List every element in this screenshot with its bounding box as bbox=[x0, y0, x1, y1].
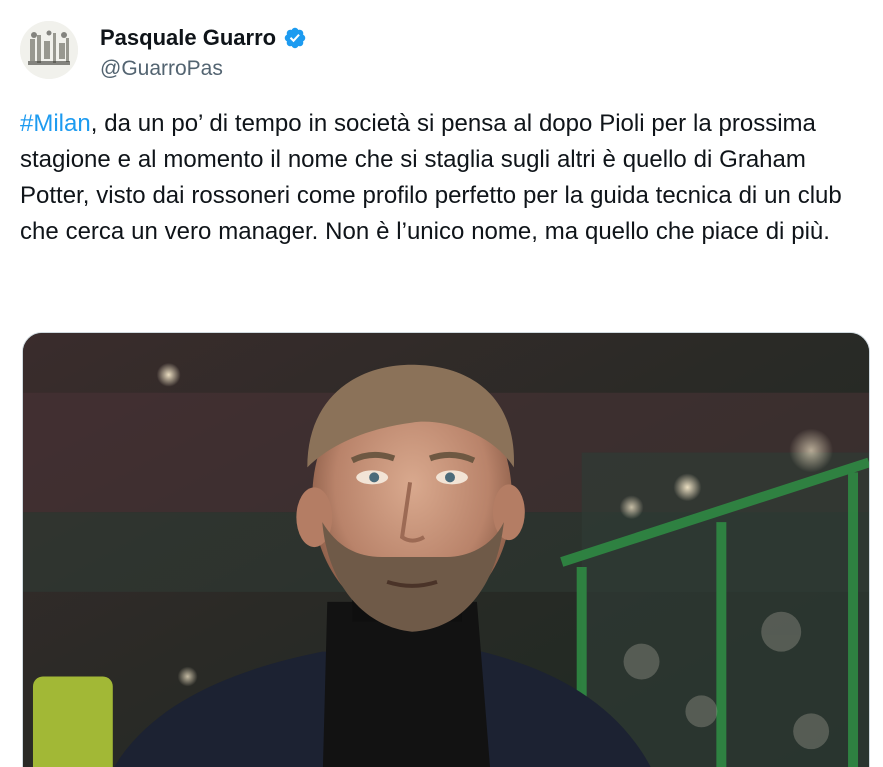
author-handle[interactable]: @GuarroPas bbox=[100, 57, 223, 81]
author-name[interactable]: Pasquale Guarro bbox=[100, 25, 276, 51]
avatar-image bbox=[20, 21, 78, 79]
tweet-text: #Milan, da un po’ di tempo in società si… bbox=[20, 106, 870, 250]
tweet-card: Pasquale Guarro @GuarroPas #Milan, da un… bbox=[0, 0, 883, 767]
author-name-row[interactable]: Pasquale Guarro bbox=[100, 25, 307, 51]
hashtag-link[interactable]: #Milan bbox=[20, 110, 91, 137]
tweet-photo[interactable] bbox=[22, 332, 870, 767]
author-avatar[interactable] bbox=[20, 21, 78, 79]
tweet-body: , da un po’ di tempo in società si pensa… bbox=[20, 110, 842, 245]
verified-badge-icon bbox=[284, 27, 306, 49]
photo-image bbox=[23, 333, 869, 767]
